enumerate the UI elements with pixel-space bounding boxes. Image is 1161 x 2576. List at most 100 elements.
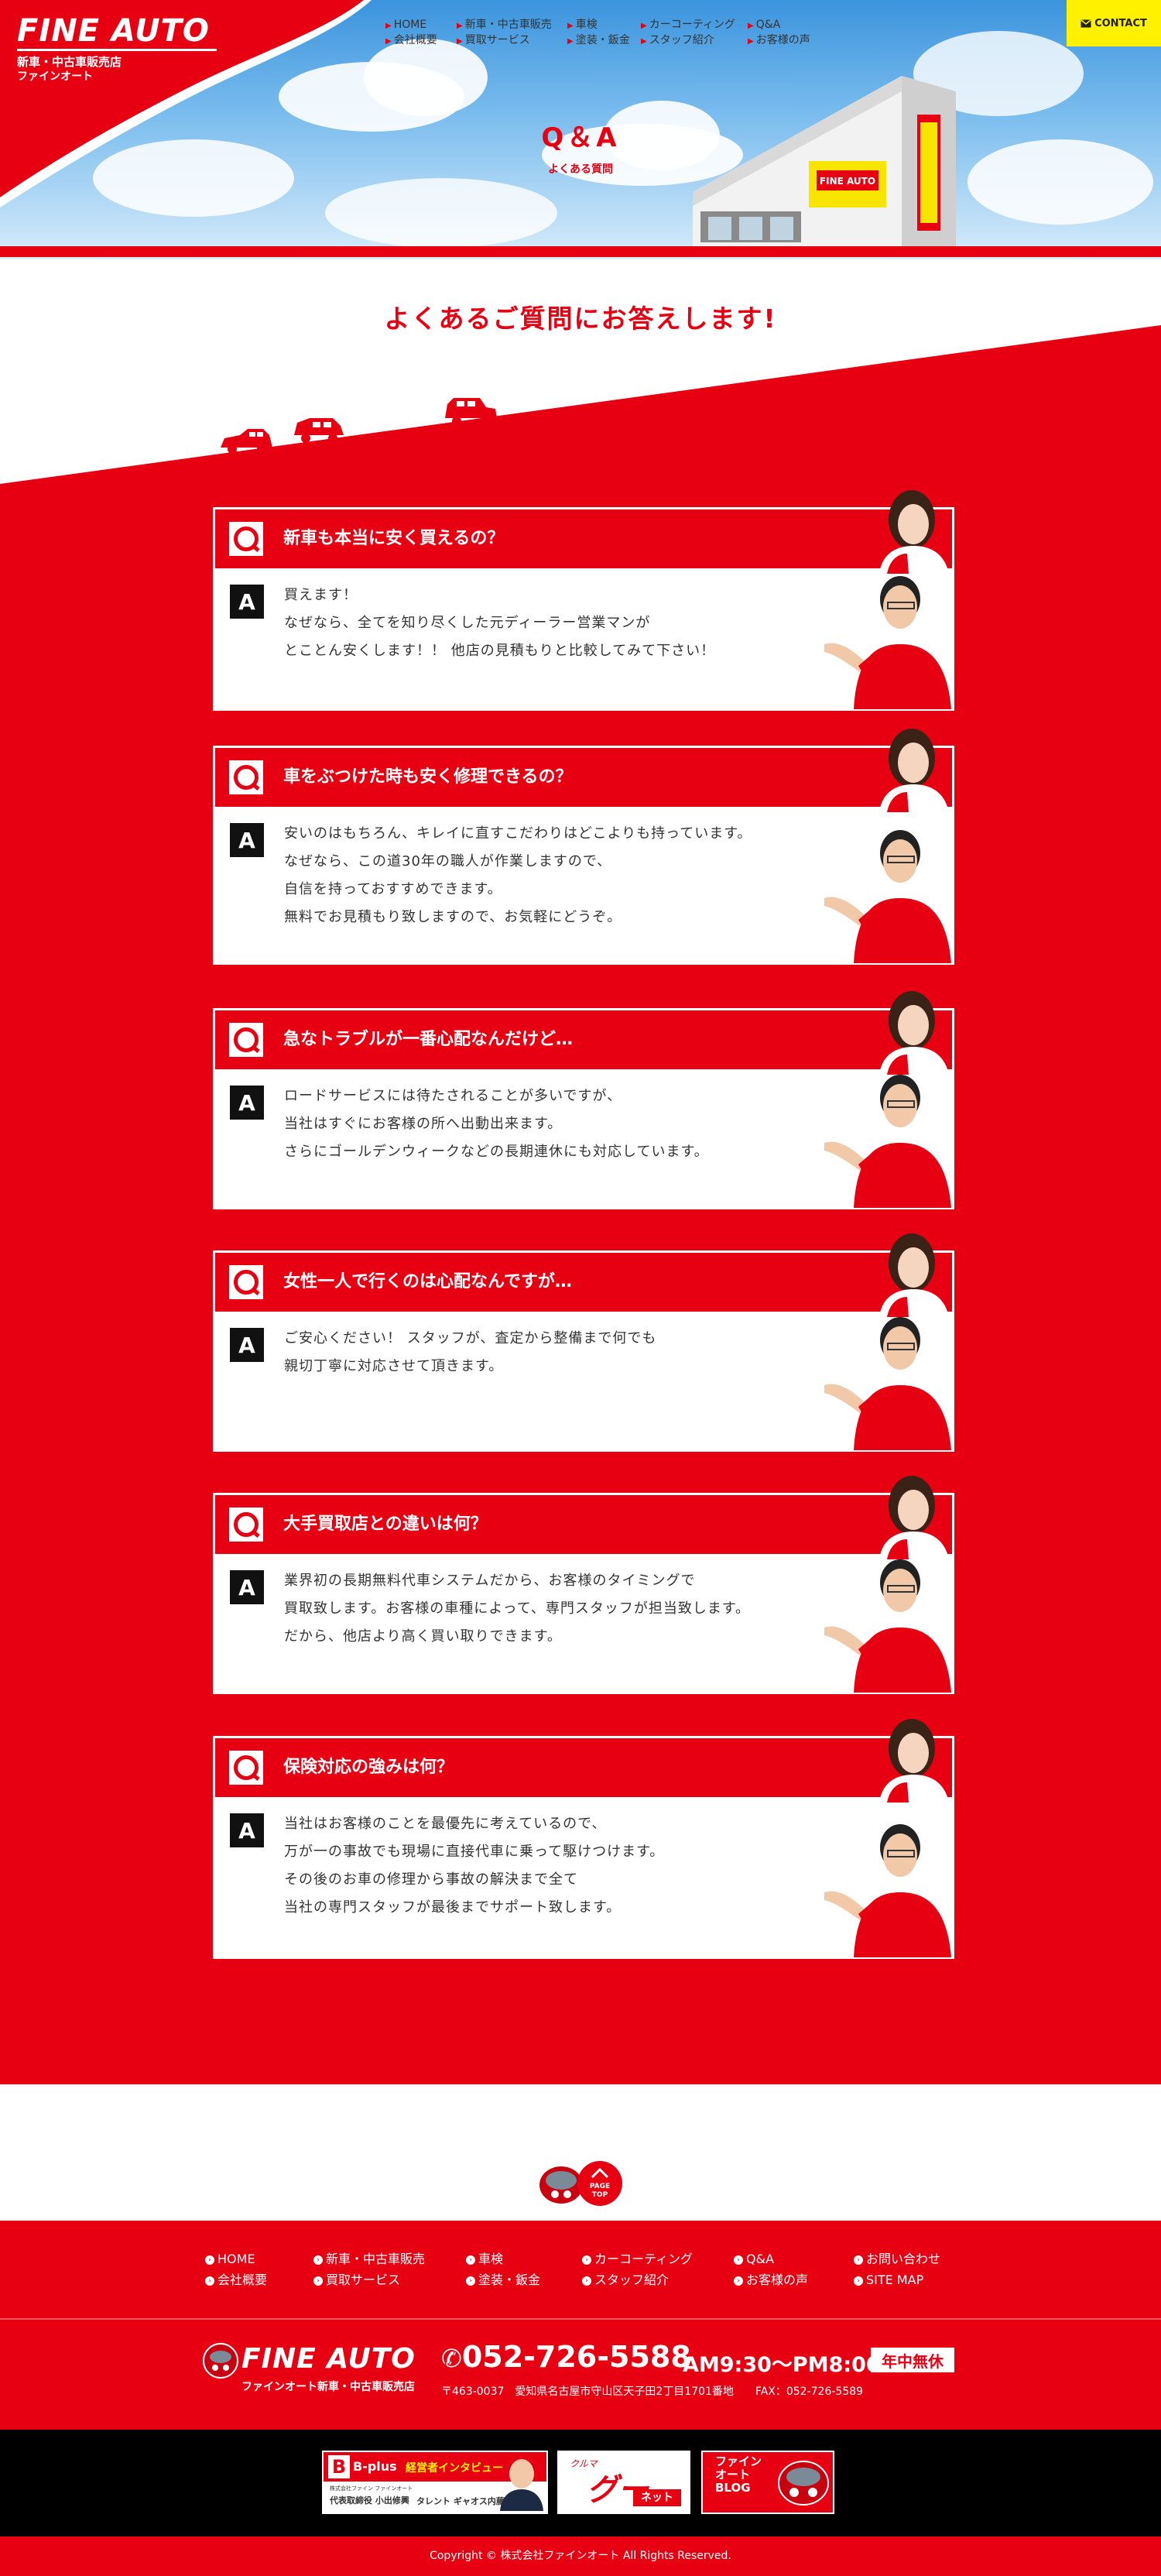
staff-man-image — [824, 1075, 951, 1208]
nav-item-sales[interactable]: ▶ 新車・中古車販売 — [457, 17, 552, 34]
staff-man-image — [824, 1559, 951, 1693]
faq-question-bar: 新車も本当に安く買えるの？ — [213, 490, 954, 574]
page-subtitle: よくある質問 — [548, 163, 613, 176]
svg-text:PAGE: PAGE — [590, 2183, 610, 2190]
faq-card-2: 車をぶつけた時も安く修理できるの？ A 安いのはもちろん、キレイに直すこだわりは… — [213, 729, 954, 965]
open-every-day-badge: 年中無休 — [871, 2348, 954, 2372]
faq-question-bar: 大手買取店との違いは何？ — [213, 1476, 954, 1559]
faq-answer: 安いのはもちろん、キレイに直すこだわりはどこよりも持っています。 なぜなら、この… — [284, 825, 752, 925]
faq-question: 車をぶつけた時も安く修理できるの？ — [283, 767, 573, 787]
q-icon — [229, 522, 263, 556]
svg-text:FINE AUTO: FINE AUTO — [820, 176, 875, 187]
a-icon: A — [230, 1086, 264, 1120]
staff-woman-image — [879, 1719, 949, 1803]
nav-item-bodywork[interactable]: ▶ 塗装・鈑金 — [567, 33, 630, 50]
nav-item-voice[interactable]: ▶ お客様の声 — [748, 33, 810, 50]
nav-item-buyback[interactable]: ▶ 買取サービス — [457, 33, 530, 50]
faq-card-6: 保険対応の強みは何？ A 当社はお客様のことを最優先に考えているので、 万が一の… — [213, 1719, 954, 1959]
staff-man-image — [824, 1824, 951, 1957]
nav-item-qa[interactable]: ▶ Q&A — [748, 17, 780, 34]
car-icons-decoration — [221, 398, 497, 454]
goo-net-banner[interactable]: クルマ グー ネット — [557, 2451, 690, 2514]
footer-link-company[interactable]: › 会社概要 — [205, 2271, 267, 2290]
company-address: 〒463-0037 愛知県名古屋市守山区天子田2丁目1701番地 FAX：052… — [441, 2386, 864, 2398]
faq-answer: ロードサービスには待たされることが多いですが、 当社はすぐにお客様の所へ出動出来… — [284, 1088, 709, 1160]
footer-link-buyback[interactable]: › 買取サービス — [313, 2271, 400, 2290]
q-icon — [229, 1023, 263, 1057]
phone-number[interactable]: ✆052-726-5588 — [441, 2340, 691, 2374]
faq-card-5: 大手買取店との違いは何？ A 業界初の長期無料代車システムだから、お客様のタイミ… — [213, 1476, 954, 1694]
faq-question: 女性一人で行くのは心配なんですが… — [283, 1272, 572, 1291]
bplus-icon: B — [328, 2455, 350, 2478]
staff-man-image — [824, 830, 951, 963]
faq-question-bar: 女性一人で行くのは心配なんですが… — [213, 1233, 954, 1317]
staff-woman-image — [879, 490, 949, 574]
footer-link-inspection[interactable]: › 車検 — [466, 2250, 503, 2269]
logo-tagline: 新車・中古車販売店 — [17, 55, 122, 69]
staff-woman-image — [879, 1476, 949, 1559]
faq-answer: 買えます！ なぜなら、全てを知り尽くした元ディーラー営業マンが とことん安くしま… — [284, 587, 716, 659]
faq-question: 保険対応の強みは何？ — [283, 1758, 454, 1777]
staff-woman-image — [879, 991, 949, 1075]
footer-logo[interactable]: FINE AUTO ファインオート新車・中古車販売店 — [203, 2343, 420, 2397]
faq-question-bar: 車をぶつけた時も安く修理できるの？ — [213, 729, 954, 812]
nav-item-company[interactable]: ▶ 会社概要 — [385, 33, 437, 50]
nav-item-coating[interactable]: ▶ カーコーティング — [641, 17, 735, 34]
faq-question: 新車も本当に安く買えるの？ — [283, 529, 505, 548]
footer-link-inquiry[interactable]: › お問い合わせ — [854, 2250, 940, 2269]
faq-answer: ご安心ください！ スタッフが、査定から整備まで何でも 親切丁寧に対応させて頂きま… — [284, 1330, 657, 1374]
nav-item-inspection[interactable]: ▶ 車検 — [567, 17, 598, 34]
footer-link-home[interactable]: › HOME — [205, 2250, 255, 2269]
footer-link-coating[interactable]: › カーコーティング — [582, 2250, 693, 2269]
q-icon — [229, 760, 263, 794]
footer-link-voice[interactable]: › お客様の声 — [734, 2271, 808, 2290]
svg-text:TOP: TOP — [592, 2191, 608, 2199]
logo-subtagline: ファインオート — [17, 70, 93, 83]
footer-info — [0, 2320, 1161, 2430]
logo-brand: FINE AUTO — [17, 13, 210, 49]
footer-link-bodywork[interactable]: › 塗装・鈑金 — [466, 2271, 540, 2290]
phone-icon: ✆ — [441, 2344, 462, 2373]
footer-link-staff[interactable]: › スタッフ紹介 — [582, 2271, 669, 2290]
mail-icon — [1081, 19, 1091, 27]
staff-woman-image — [879, 1233, 949, 1317]
interview-photo — [500, 2459, 543, 2511]
faq-answer: 業界初の長期無料代車システムだから、お客様のタイミングで 買取致します。お客様の… — [284, 1573, 751, 1645]
page-top-button[interactable]: PAGE TOP — [538, 2159, 625, 2208]
footer-link-sales[interactable]: › 新車・中古車販売 — [313, 2250, 425, 2269]
staff-man-image — [824, 1317, 951, 1450]
footer-tagline: ファインオート新車・中古車販売店 — [241, 2381, 415, 2393]
staff-man-image — [824, 576, 951, 709]
shop-building-image: FINE AUTO — [693, 76, 956, 250]
q-icon — [229, 1751, 263, 1785]
nav-item-staff[interactable]: ▶ スタッフ紹介 — [641, 33, 714, 50]
business-hours: AM9:30～PM8:00 — [683, 2353, 881, 2377]
q-icon — [229, 1265, 263, 1299]
a-icon: A — [230, 1813, 264, 1847]
a-icon: A — [230, 1328, 264, 1362]
mascot-car-image — [778, 2461, 829, 2506]
nav-item-home[interactable]: ▶ HOME — [385, 17, 426, 34]
faq-card-1: 新車も本当に安く買えるの？ A 買えます！ なぜなら、全てを知り尽くした元ディー… — [213, 490, 954, 711]
contact-button[interactable]: CONTACT — [1067, 0, 1161, 46]
page-top-icon: PAGE TOP — [539, 2161, 622, 2206]
logo-underline — [17, 49, 217, 51]
contact-label: CONTACT — [1094, 17, 1147, 29]
header-divider — [0, 246, 1161, 257]
site-logo[interactable]: FINE AUTO 新車・中古車販売店 ファインオート — [17, 14, 226, 88]
a-icon: A — [230, 823, 264, 857]
footer-link-qa[interactable]: › Q&A — [734, 2250, 774, 2269]
faq-question: 急なトラブルが一番心配なんだけど… — [283, 1030, 574, 1049]
a-icon: A — [230, 585, 264, 619]
footer-link-sitemap[interactable]: › SITE MAP — [854, 2271, 923, 2290]
footer-nav — [0, 2221, 1161, 2318]
faq-answer: 当社はお客様のことを最優先に考えているので、 万が一の事故でも現場に直接代車に乗… — [284, 1816, 665, 1916]
page-title: Q＆A — [541, 122, 620, 153]
copyright: Copyright © 株式会社ファインオート All Rights Reser… — [0, 2537, 1161, 2576]
bplus-interview-banner[interactable]: B B-plus 経営者インタビュー 株式会社ファイン ファインオート 代表取締… — [322, 2451, 548, 2514]
faq-card-3: 急なトラブルが一番心配なんだけど… A ロードサービスには待たされることが多いで… — [213, 991, 954, 1209]
faq-question-bar: 保険対応の強みは何？ — [213, 1719, 954, 1803]
staff-woman-image — [879, 729, 949, 812]
blog-banner[interactable]: ファイン オート BLOG — [701, 2451, 834, 2514]
a-icon: A — [230, 1570, 264, 1604]
